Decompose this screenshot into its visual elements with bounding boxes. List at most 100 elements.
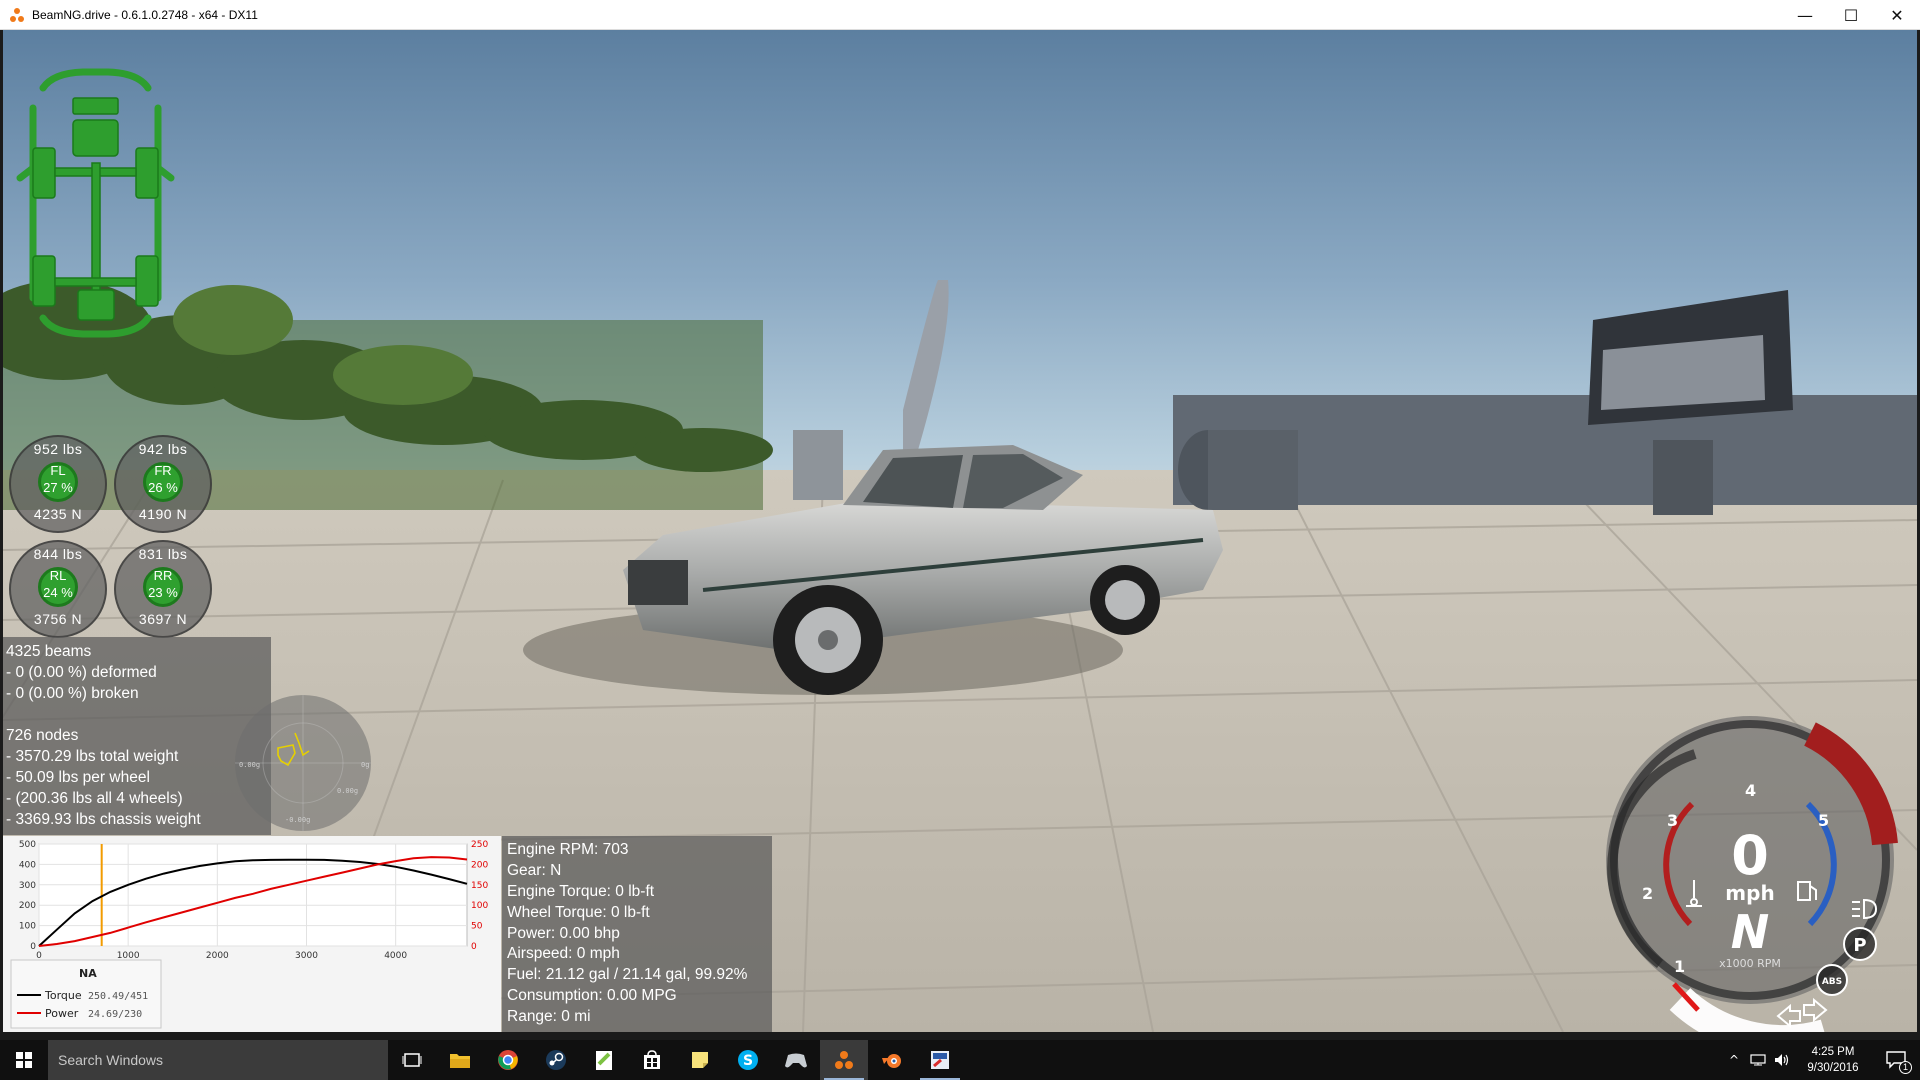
minimize-button[interactable]: — bbox=[1782, 0, 1828, 30]
steam-icon bbox=[546, 1050, 566, 1070]
airspeed-text: Airspeed: 0 mph bbox=[507, 945, 620, 963]
store-icon bbox=[644, 1050, 660, 1069]
window-titlebar: BeamNG.drive - 0.6.1.0.2748 - x64 - DX11… bbox=[0, 0, 1920, 30]
speed-unit: mph bbox=[1725, 881, 1774, 905]
stats-line: - 3570.29 lbs total weight bbox=[6, 748, 179, 765]
stats-line: - 3369.93 lbs chassis weight bbox=[6, 811, 201, 828]
y-right-tick-label: 50 bbox=[471, 922, 483, 932]
rpm-tick-5: 5 bbox=[1818, 811, 1829, 830]
wheel-load-newton: 3697 N bbox=[138, 611, 188, 627]
clock-date: 9/30/2016 bbox=[1807, 1062, 1859, 1074]
search-box[interactable] bbox=[48, 1040, 388, 1080]
taskbar-file-explorer[interactable] bbox=[436, 1040, 484, 1080]
maximize-button[interactable]: ☐ bbox=[1828, 0, 1874, 30]
task-view-button[interactable] bbox=[388, 1040, 436, 1080]
rpm-tick-4: 4 bbox=[1745, 781, 1756, 800]
svg-text:S: S bbox=[743, 1053, 753, 1069]
fuel-text: Fuel: 21.12 gal / 21.14 gal, 99.92% bbox=[507, 966, 748, 984]
wheel-torque-text: Wheel Torque: 0 lb-ft bbox=[507, 903, 650, 921]
stats-line: 4325 beams bbox=[6, 643, 92, 660]
legend-power-value: 24.69/230 bbox=[88, 1009, 142, 1020]
x-tick-label: 4000 bbox=[384, 951, 407, 961]
tube-body bbox=[1208, 430, 1298, 510]
notification-count: 1 bbox=[1899, 1061, 1912, 1074]
range-text: Range: 0 mi bbox=[507, 1008, 591, 1026]
speed-value: 0 bbox=[1731, 824, 1769, 887]
taskbar-game-controller[interactable] bbox=[772, 1040, 820, 1080]
wheel-gauge-rr: 831 lbs RR 23 % 3697 N bbox=[114, 540, 212, 638]
wheel-load-lbs: 952 lbs bbox=[33, 441, 83, 457]
wheel-gauge-fl: 952 lbs FL 27 % 4235 N bbox=[9, 435, 107, 533]
drivetrain-diagram bbox=[16, 68, 175, 338]
wheel-gauge-fr: 942 lbs FR 26 % 4190 N bbox=[114, 435, 212, 533]
start-button[interactable] bbox=[0, 1040, 48, 1080]
driveshaft-icon bbox=[91, 162, 101, 294]
engine-icon bbox=[72, 119, 119, 157]
network-icon[interactable] bbox=[1746, 1040, 1770, 1080]
rpm-tick-1: 1 bbox=[1674, 957, 1685, 976]
taskbar-beamng[interactable] bbox=[820, 1040, 868, 1080]
windows-taskbar: S ^ 4:25 PM 9/30/2016 1 bbox=[0, 1040, 1920, 1080]
gforce-meter: 0.00g 0g 0.00g -0.00g bbox=[235, 695, 371, 831]
taskbar-sticky-notes[interactable] bbox=[676, 1040, 724, 1080]
abs-label: ABS bbox=[1822, 977, 1842, 987]
gforce-label-right: 0g bbox=[361, 761, 369, 769]
wheel-rr-icon bbox=[135, 255, 159, 307]
wheel-load-percent: 27 % bbox=[43, 480, 73, 495]
tray-overflow-chevron-up-icon[interactable]: ^ bbox=[1722, 1040, 1746, 1080]
y-left-tick-label: 300 bbox=[19, 881, 36, 891]
taskbar-notepadpp[interactable] bbox=[580, 1040, 628, 1080]
y-left-tick-label: 0 bbox=[30, 942, 36, 952]
action-center-button[interactable]: 1 bbox=[1872, 1040, 1920, 1080]
wheel-label: FR bbox=[154, 463, 172, 478]
close-button[interactable]: ✕ bbox=[1874, 0, 1920, 30]
wheel-label: FL bbox=[50, 463, 66, 478]
wheel-gauge-rl: 844 lbs RL 24 % 3756 N bbox=[9, 540, 107, 638]
speedometer: 1 2 3 4 5 0 mph N x1000 RPM P ABS bbox=[1606, 716, 1898, 1032]
taskbar-store[interactable] bbox=[628, 1040, 676, 1080]
game-viewport[interactable]: 952 lbs FL 27 % 4235 N 942 lbs FR 26 % 4… bbox=[3, 30, 1917, 1032]
y-left-tick-label: 200 bbox=[19, 901, 36, 911]
y-right-tick-label: 250 bbox=[471, 840, 488, 850]
taskbar-chrome[interactable] bbox=[484, 1040, 532, 1080]
taskbar-blender[interactable] bbox=[868, 1040, 916, 1080]
taskbar-steam[interactable] bbox=[532, 1040, 580, 1080]
blender-icon bbox=[882, 1054, 901, 1068]
search-input[interactable] bbox=[58, 1052, 378, 1068]
legend-torque-name: Torque bbox=[44, 989, 82, 1002]
y-right-tick-label: 200 bbox=[471, 860, 488, 870]
vehicle-stats-panel: 4325 beams - 0 (0.00 %) deformed - 0 (0.… bbox=[3, 637, 271, 835]
taskbar-clock[interactable]: 4:25 PM 9/30/2016 bbox=[1794, 1044, 1872, 1076]
gforce-label-bottom-right: 0.00g bbox=[337, 787, 358, 795]
legend-title: NA bbox=[79, 967, 97, 980]
legend-power-name: Power bbox=[45, 1007, 79, 1020]
ramp bbox=[793, 430, 843, 500]
skype-icon: S bbox=[738, 1050, 758, 1070]
notepad-plus-icon bbox=[596, 1051, 612, 1070]
x-tick-label: 2000 bbox=[206, 951, 229, 961]
x-tick-label: 3000 bbox=[295, 951, 318, 961]
folder-icon bbox=[450, 1054, 470, 1068]
windows-logo-icon bbox=[16, 1052, 32, 1068]
legend-torque-value: 250.49/451 bbox=[88, 991, 148, 1002]
wheel-load-newton: 4235 N bbox=[33, 506, 83, 522]
wheel-load-newton: 3756 N bbox=[33, 611, 83, 627]
beamng-icon bbox=[835, 1051, 853, 1069]
clock-time: 4:25 PM bbox=[1811, 1046, 1855, 1058]
volume-icon[interactable] bbox=[1770, 1040, 1794, 1080]
gamepad-icon bbox=[785, 1053, 807, 1068]
engine-torque-text: Engine Torque: 0 lb-ft bbox=[507, 882, 655, 900]
y-left-tick-label: 100 bbox=[19, 922, 36, 932]
stats-line: - 0 (0.00 %) deformed bbox=[6, 664, 157, 681]
ramp-structure bbox=[903, 280, 949, 450]
y-left-tick-label: 500 bbox=[19, 840, 36, 850]
rpm-unit-label: x1000 RPM bbox=[1719, 957, 1781, 970]
stats-line: - 0 (0.00 %) broken bbox=[6, 685, 139, 702]
wheel-load-newton: 4190 N bbox=[138, 506, 188, 522]
y-right-tick-label: 150 bbox=[471, 881, 488, 891]
left-turn-signal-icon bbox=[1776, 1003, 1801, 1029]
consumption-text: Consumption: 0.00 MPG bbox=[507, 987, 677, 1005]
taskbar-paint-tool[interactable] bbox=[916, 1040, 964, 1080]
taskbar-skype[interactable]: S bbox=[724, 1040, 772, 1080]
window-title: BeamNG.drive - 0.6.1.0.2748 - x64 - DX11 bbox=[32, 7, 258, 22]
